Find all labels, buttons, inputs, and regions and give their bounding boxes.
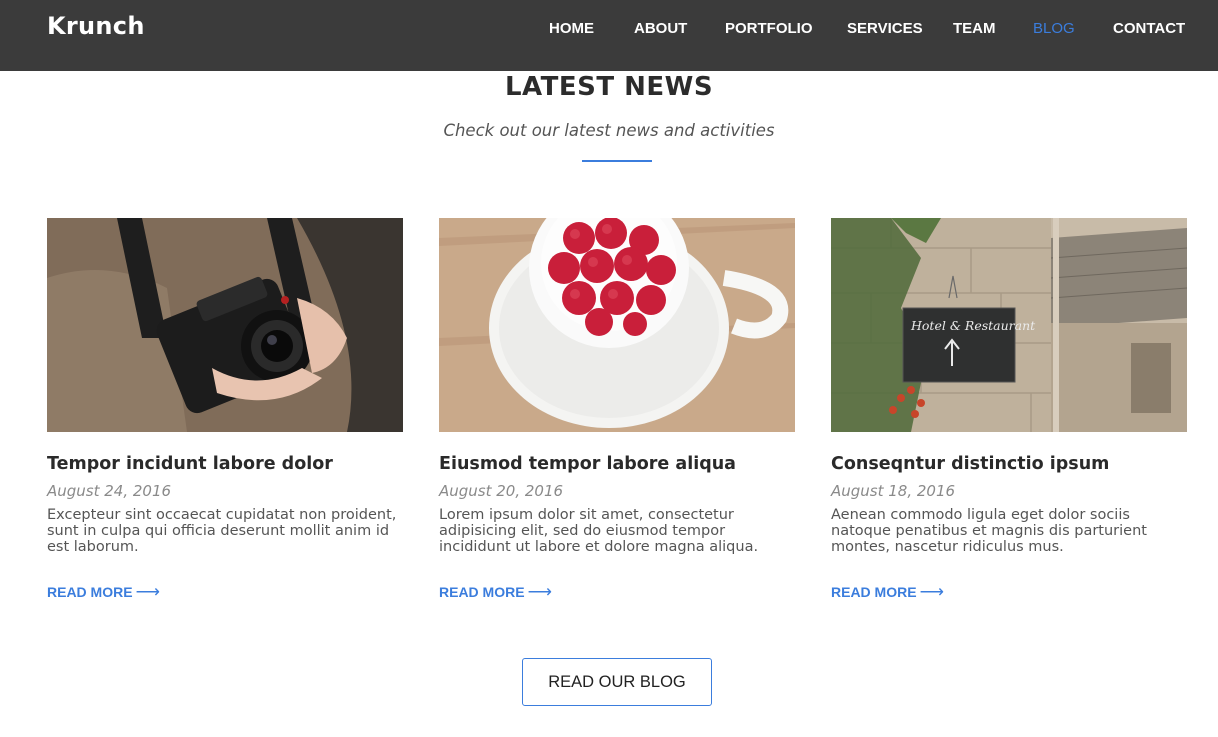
read-more-link[interactable]: READ MORE ⟶	[439, 582, 552, 602]
brand-logo[interactable]: Krunch	[47, 12, 145, 40]
read-more-label: READ MORE	[439, 584, 525, 600]
news-date: August 20, 2016	[439, 482, 564, 500]
navbar: Krunch HOME ABOUT PORTFOLIO SERVICES TEA…	[0, 0, 1218, 71]
read-more-label: READ MORE	[47, 584, 133, 600]
section-subtitle: Check out our latest news and activities	[443, 121, 775, 140]
news-date: August 24, 2016	[47, 482, 172, 500]
news-card: Tempor incidunt labore dolor August 24, …	[47, 218, 403, 601]
news-excerpt: Aenean commodo ligula eget dolor sociis …	[831, 507, 1147, 555]
read-more-label: READ MORE	[831, 584, 917, 600]
news-card: Eiusmod tempor labore aliqua August 20, …	[439, 218, 795, 601]
read-more-link[interactable]: READ MORE ⟶	[47, 582, 160, 602]
read-more-link[interactable]: READ MORE ⟶	[831, 582, 944, 602]
section-title: LATEST NEWS	[504, 72, 714, 102]
read-our-blog-button[interactable]: READ OUR BLOG	[522, 658, 712, 706]
nav-team[interactable]: TEAM	[953, 20, 996, 37]
title-divider	[582, 160, 652, 162]
nav-contact[interactable]: CONTACT	[1113, 20, 1185, 37]
raspberries-cup-photo[interactable]	[439, 218, 795, 432]
news-excerpt: Lorem ipsum dolor sit amet, consectetur …	[439, 507, 759, 555]
nav-portfolio[interactable]: PORTFOLIO	[725, 20, 813, 37]
news-date: August 18, 2016	[831, 482, 956, 500]
camera-photo[interactable]	[47, 218, 403, 432]
news-title[interactable]: Eiusmod tempor labore aliqua	[439, 452, 795, 476]
nav-blog[interactable]: BLOG	[1033, 20, 1075, 37]
sign-text: Hotel & Restaurant	[910, 318, 1036, 333]
news-card: Hotel & Restaurant Conseqntur distinctio…	[831, 218, 1187, 601]
news-excerpt: Excepteur sint occaecat cupidatat non pr…	[47, 507, 397, 555]
arrow-right-icon: ⟶	[919, 582, 944, 601]
news-title[interactable]: Tempor incidunt labore dolor	[47, 452, 403, 476]
news-title[interactable]: Conseqntur distinctio ipsum	[831, 452, 1187, 476]
nav-about[interactable]: ABOUT	[634, 20, 687, 37]
arrow-right-icon: ⟶	[135, 582, 160, 601]
arrow-right-icon: ⟶	[527, 582, 552, 601]
hotel-sign-photo[interactable]: Hotel & Restaurant	[831, 218, 1187, 432]
nav-services[interactable]: SERVICES	[847, 20, 923, 37]
nav-home[interactable]: HOME	[549, 20, 594, 37]
